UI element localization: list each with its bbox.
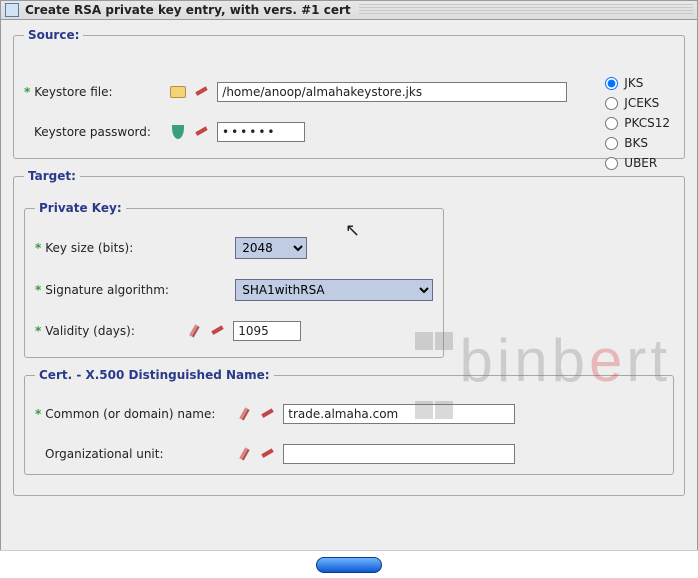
clear-icon[interactable] <box>259 405 277 423</box>
sig-alg-label: Signature algorithm: <box>45 283 235 297</box>
source-legend: Source: <box>24 28 83 42</box>
key-size-label: Key size (bits): <box>45 241 235 255</box>
required-marker: * <box>24 85 30 99</box>
folder-icon[interactable] <box>169 83 187 101</box>
app-icon <box>5 3 19 17</box>
window-title: Create RSA private key entry, with vers.… <box>25 3 351 17</box>
keystore-password-input[interactable] <box>217 122 305 142</box>
titlebar-decor <box>359 4 693 16</box>
keystore-password-label: Keystore password: <box>34 125 169 139</box>
dn-group: Cert. - X.500 Distinguished Name: * Comm… <box>24 368 674 475</box>
dialog-body: Source: * Keystore file: Keystore passwo… <box>0 20 698 578</box>
titlebar: Create RSA private key entry, with vers.… <box>0 0 698 20</box>
private-key-legend: Private Key: <box>35 201 126 215</box>
edit-icon[interactable] <box>235 445 253 463</box>
ou-label: Organizational unit: <box>45 447 235 461</box>
private-key-group: Private Key: * Key size (bits): 2048 * S… <box>24 201 444 358</box>
cn-label: Common (or domain) name: <box>45 407 235 421</box>
validity-label: Validity (days): <box>45 324 185 338</box>
edit-icon[interactable] <box>185 322 203 340</box>
scrollbar-thumb[interactable] <box>316 557 382 573</box>
radio-pkcs12[interactable]: PKCS12 <box>605 116 670 130</box>
required-marker: * <box>35 407 41 421</box>
clear-icon[interactable] <box>209 322 227 340</box>
required-marker: * <box>35 324 41 338</box>
required-marker: * <box>35 283 41 297</box>
horizontal-scrollbar[interactable] <box>0 550 698 578</box>
radio-jceks[interactable]: JCEKS <box>605 96 670 110</box>
key-size-select[interactable]: 2048 <box>235 237 307 259</box>
ou-input[interactable] <box>283 444 515 464</box>
keystore-type-radios: JKS JCEKS PKCS12 BKS UBER <box>605 76 670 170</box>
source-group: Source: * Keystore file: Keystore passwo… <box>13 28 685 159</box>
required-marker: * <box>35 241 41 255</box>
radio-jks[interactable]: JKS <box>605 76 670 90</box>
radio-uber[interactable]: UBER <box>605 156 670 170</box>
dn-legend: Cert. - X.500 Distinguished Name: <box>35 368 274 382</box>
clear-icon[interactable] <box>259 445 277 463</box>
keystore-file-label: Keystore file: <box>34 85 169 99</box>
shield-icon[interactable] <box>169 123 187 141</box>
validity-input[interactable] <box>233 321 301 341</box>
radio-bks[interactable]: BKS <box>605 136 670 150</box>
edit-icon[interactable] <box>235 405 253 423</box>
keystore-file-input[interactable] <box>217 82 567 102</box>
clear-icon[interactable] <box>193 123 211 141</box>
target-group: Target: Private Key: * Key size (bits): … <box>13 169 685 496</box>
target-legend: Target: <box>24 169 80 183</box>
sig-alg-select[interactable]: SHA1withRSA <box>235 279 433 301</box>
cn-input[interactable] <box>283 404 515 424</box>
clear-icon[interactable] <box>193 83 211 101</box>
